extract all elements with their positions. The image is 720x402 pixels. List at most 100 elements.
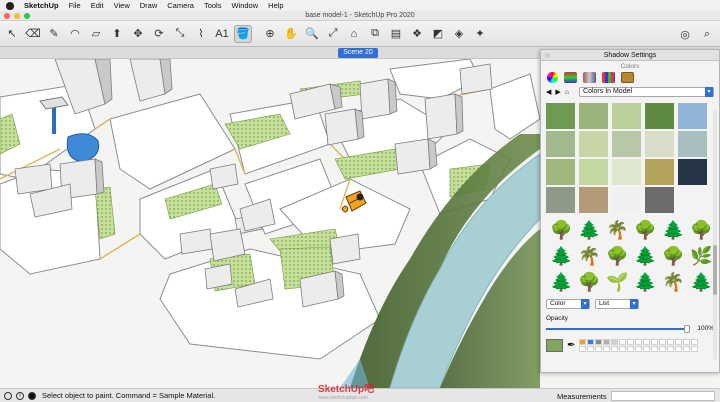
tree-component-thumbnail[interactable]: 🌳	[634, 221, 656, 239]
material-swatch[interactable]	[546, 187, 575, 213]
tree-component-thumbnail[interactable]: 🌱	[606, 273, 628, 291]
tree-component-thumbnail[interactable]: 🌳	[550, 221, 572, 239]
components-tool-button[interactable]: ❖	[408, 25, 426, 43]
material-swatch[interactable]	[546, 131, 575, 157]
arc-tool-button[interactable]: ◠	[66, 25, 84, 43]
material-swatch[interactable]	[645, 131, 674, 157]
extensions-tool-button[interactable]: ⧉	[366, 25, 384, 43]
pan-tool-button[interactable]: ✋	[282, 25, 300, 43]
recent-color-slot[interactable]	[683, 339, 691, 345]
recent-color-slot[interactable]	[667, 346, 675, 352]
recent-color-slot[interactable]	[627, 346, 635, 352]
material-swatch[interactable]	[579, 159, 608, 185]
material-swatch[interactable]	[645, 159, 674, 185]
palette-icon[interactable]	[602, 72, 615, 83]
zoom-tool-button[interactable]: 🔍	[303, 25, 321, 43]
apple-icon[interactable]	[6, 1, 14, 10]
move-tool-button[interactable]: ✥	[129, 25, 147, 43]
recent-color-slot[interactable]	[587, 339, 595, 345]
recent-color-slot[interactable]	[691, 346, 699, 352]
walk-tool-button[interactable]: ✦	[471, 25, 489, 43]
warehouse-tool-button[interactable]: ⌂	[345, 25, 363, 43]
material-swatch[interactable]	[612, 131, 641, 157]
menu-help[interactable]: Help	[268, 1, 283, 10]
zoom-extents-tool-button[interactable]: ⤢	[324, 25, 342, 43]
tree-component-thumbnail[interactable]: 🌳	[578, 273, 600, 291]
recent-color-slot[interactable]	[635, 346, 643, 352]
material-swatch[interactable]	[579, 187, 608, 213]
eraser-tool-button[interactable]: ⌫	[24, 25, 42, 43]
tree-component-thumbnail[interactable]: 🌴	[662, 273, 684, 291]
menu-draw[interactable]: Draw	[140, 1, 158, 10]
tree-component-thumbnail[interactable]: 🌿	[690, 247, 712, 265]
orbit-tool-button[interactable]: ⊕	[261, 25, 279, 43]
material-swatch[interactable]	[612, 103, 641, 129]
recent-color-slot[interactable]	[683, 346, 691, 352]
layout-tool-button[interactable]: ▤	[387, 25, 405, 43]
material-swatch[interactable]	[678, 159, 707, 185]
recent-color-slot[interactable]	[611, 339, 619, 345]
menu-tools[interactable]: Tools	[204, 1, 222, 10]
panel-close-button[interactable]	[545, 53, 550, 58]
menu-edit[interactable]: Edit	[91, 1, 104, 10]
crayons-icon[interactable]	[621, 72, 634, 83]
recent-color-slot[interactable]	[579, 346, 587, 352]
image-picker-icon[interactable]	[583, 72, 596, 83]
recent-color-slot[interactable]	[667, 339, 675, 345]
material-swatch[interactable]	[645, 103, 674, 129]
scale-tool-button[interactable]: ⤡	[171, 25, 189, 43]
tree-component-thumbnail[interactable]: 🌲	[578, 221, 600, 239]
tree-component-thumbnail[interactable]: 🌲	[634, 273, 656, 291]
material-swatch[interactable]	[645, 187, 674, 213]
recent-color-slot[interactable]	[603, 339, 611, 345]
recent-color-slot[interactable]	[595, 339, 603, 345]
rectangle-tool-button[interactable]: ▱	[87, 25, 105, 43]
recent-color-slot[interactable]	[619, 339, 627, 345]
material-swatch[interactable]	[678, 103, 707, 129]
tree-component-thumbnail[interactable]: 🌴	[578, 247, 600, 265]
material-swatch[interactable]	[546, 103, 575, 129]
panel-scrollbar[interactable]	[713, 110, 717, 360]
recent-color-slot[interactable]	[691, 339, 699, 345]
menu-view[interactable]: View	[114, 1, 130, 10]
scrollbar-thumb[interactable]	[713, 245, 717, 295]
tree-component-thumbnail[interactable]: 🌲	[634, 247, 656, 265]
tree-component-thumbnail[interactable]: 🌳	[690, 221, 712, 239]
recent-color-slot[interactable]	[603, 346, 611, 352]
color-wheel-icon[interactable]	[547, 72, 558, 83]
material-swatch[interactable]	[579, 103, 608, 129]
menu-camera[interactable]: Camera	[167, 1, 194, 10]
material-swatch[interactable]	[678, 131, 707, 157]
credits-icon[interactable]: i	[16, 391, 24, 400]
user-icon[interactable]	[28, 391, 36, 400]
tree-component-thumbnail[interactable]: 🌲	[690, 273, 712, 291]
recent-color-slot[interactable]	[675, 346, 683, 352]
extension-icon[interactable]: ◎	[676, 25, 694, 43]
collection-select[interactable]: Colors In Model	[579, 87, 714, 97]
tree-component-thumbnail[interactable]: 🌳	[662, 247, 684, 265]
app-menu[interactable]: SketchUp	[24, 1, 59, 10]
measurements-input[interactable]	[611, 391, 715, 401]
line-tool-button[interactable]: ✎	[45, 25, 63, 43]
geolocation-icon[interactable]	[4, 391, 12, 400]
tree-component-thumbnail[interactable]: 🌴	[606, 221, 628, 239]
eyedropper-icon[interactable]: ✒	[567, 340, 575, 351]
recent-color-slot[interactable]	[587, 346, 595, 352]
material-swatch[interactable]	[612, 187, 641, 213]
recent-color-slot[interactable]	[659, 339, 667, 345]
recent-color-slot[interactable]	[579, 339, 587, 345]
tree-component-thumbnail[interactable]: 🌲	[550, 247, 572, 265]
recent-color-slot[interactable]	[611, 346, 619, 352]
menu-file[interactable]: File	[69, 1, 81, 10]
tape-measure-tool-button[interactable]: ⌇	[192, 25, 210, 43]
select-tool-button[interactable]: ↖	[3, 25, 21, 43]
recent-color-slot[interactable]	[643, 339, 651, 345]
home-icon[interactable]: ⌂	[565, 89, 569, 96]
tree-component-thumbnail[interactable]: 🌲	[662, 221, 684, 239]
recent-color-slot[interactable]	[643, 346, 651, 352]
material-swatch[interactable]	[579, 131, 608, 157]
material-swatch[interactable]	[612, 159, 641, 185]
recent-color-slot[interactable]	[595, 346, 603, 352]
rotate-tool-button[interactable]: ⟳	[150, 25, 168, 43]
sandbox-tool-button[interactable]: ◈	[450, 25, 468, 43]
